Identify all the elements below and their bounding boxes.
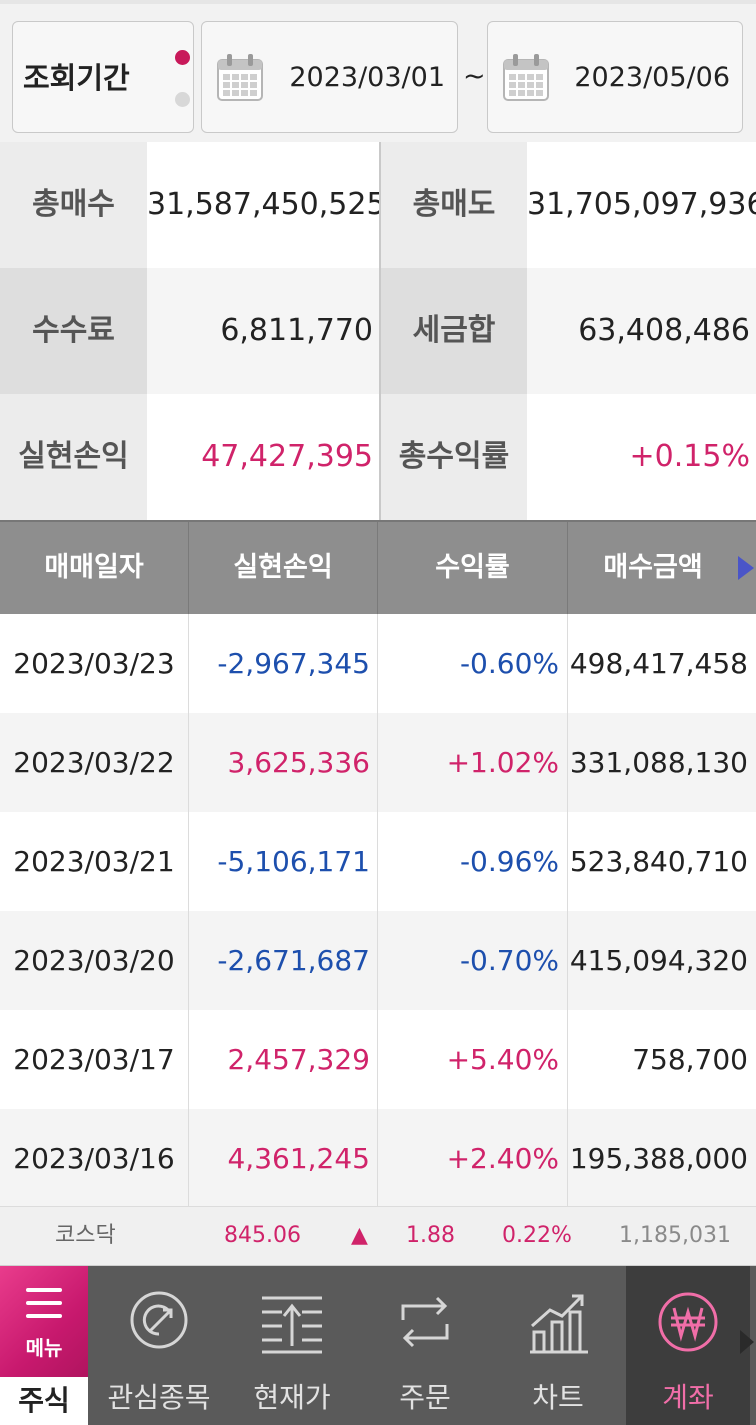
total-buy-value: 31,587,450,525	[147, 142, 386, 268]
cell-rate: +1.02%	[446, 746, 559, 779]
tax-value: 63,408,486	[527, 268, 756, 394]
start-date-value: 2023/03/01	[289, 62, 445, 93]
cell-rate: -0.96%	[459, 845, 559, 878]
nav-more-arrow-icon[interactable]	[740, 1330, 754, 1354]
summary-panel: 총매수 31,587,450,525 총매도 31,705,097,936 수수…	[0, 142, 756, 520]
column-divider	[188, 614, 189, 1206]
cell-pnl: 4,361,245	[227, 1142, 370, 1175]
nav-account-label: 계좌	[662, 1381, 714, 1414]
ticker-change-rate: 0.22%	[502, 1223, 572, 1248]
nav-order[interactable]: 주문	[360, 1266, 490, 1425]
account-won-icon	[658, 1292, 718, 1352]
nav-current-price[interactable]: 현재가	[227, 1266, 357, 1425]
cell-buy-amount: 523,840,710	[569, 845, 748, 878]
nav-watchlist-label: 관심종목	[107, 1381, 211, 1414]
summary-row-result: 실현손익 47,427,395 총수익률 +0.15%	[0, 394, 756, 520]
current-price-icon	[262, 1296, 322, 1354]
nav-current-price-label: 현재가	[253, 1381, 331, 1414]
fee-value: 6,811,770	[147, 268, 379, 394]
fee-label: 수수료	[0, 268, 147, 394]
cell-pnl: -5,106,171	[217, 845, 370, 878]
cell-pnl: -2,671,687	[217, 944, 370, 977]
bottom-navigation: 메뉴 주식 관심종목 현재가 주문 차트 계좌	[0, 1266, 756, 1425]
total-return-label: 총수익률	[381, 394, 527, 520]
cell-buy-amount: 331,088,130	[569, 746, 748, 779]
cell-date: 2023/03/21	[13, 845, 175, 878]
table-row[interactable]: 2023/03/17 2,457,329 +5.40% 758,700	[0, 1010, 756, 1109]
menu-button[interactable]: 메뉴	[0, 1266, 88, 1377]
end-date-field[interactable]: 2023/05/06	[487, 21, 743, 133]
cell-rate: +2.40%	[446, 1142, 559, 1175]
ticker-change: 1.88	[406, 1223, 455, 1248]
table-row[interactable]: 2023/03/16 4,361,245 +2.40% 195,388,000	[0, 1109, 756, 1208]
cell-date: 2023/03/17	[13, 1043, 175, 1076]
nav-chart-label: 차트	[532, 1381, 584, 1414]
col-return-rate[interactable]: 수익률	[378, 522, 567, 614]
order-icon	[401, 1296, 449, 1348]
total-return-value: +0.15%	[527, 394, 756, 520]
cell-rate: -0.70%	[459, 944, 559, 977]
period-selector: 조회기간 2023/03/01 ~ 2023/05/06	[0, 0, 756, 142]
cell-date: 2023/03/22	[13, 746, 175, 779]
menu-label: 메뉴	[25, 1336, 63, 1360]
nav-watchlist[interactable]: 관심종목	[94, 1266, 224, 1425]
ticker-index-value: 845.06	[224, 1223, 301, 1248]
trade-table-header: 매매일자 실현손익 수익률 매수금액	[0, 520, 756, 614]
nav-chart[interactable]: 차트	[493, 1266, 623, 1425]
cell-buy-amount: 415,094,320	[569, 944, 748, 977]
chart-icon	[530, 1294, 588, 1354]
cell-pnl: 2,457,329	[227, 1043, 370, 1076]
summary-row-trade: 총매수 31,587,450,525 총매도 31,705,097,936	[0, 142, 756, 268]
trade-table-body: 2023/03/23 -2,967,345 -0.60% 498,417,458…	[0, 614, 756, 1208]
page-indicator-active	[175, 50, 190, 65]
column-divider	[567, 614, 568, 1206]
column-divider	[377, 614, 378, 1206]
cell-pnl: -2,967,345	[217, 647, 370, 680]
market-ticker[interactable]: 코스닥 845.06 ▲ 1.88 0.22% 1,185,031	[0, 1206, 756, 1266]
cell-date: 2023/03/16	[13, 1142, 175, 1175]
period-toggle[interactable]: 조회기간	[12, 21, 194, 133]
realized-pnl-label: 실현손익	[0, 394, 147, 520]
table-row[interactable]: 2023/03/22 3,625,336 +1.02% 331,088,130	[0, 713, 756, 812]
cell-date: 2023/03/20	[13, 944, 175, 977]
total-sell-label: 총매도	[381, 142, 527, 268]
ticker-volume: 1,185,031	[619, 1223, 731, 1248]
cell-buy-amount: 498,417,458	[569, 647, 748, 680]
hamburger-icon	[26, 1288, 62, 1318]
col-buy-amount[interactable]: 매수금액	[568, 522, 738, 614]
cell-buy-amount: 195,388,000	[569, 1142, 748, 1175]
up-triangle-icon: ▲	[351, 1223, 368, 1248]
calendar-icon	[217, 54, 263, 101]
summary-row-cost: 수수료 6,811,770 세금합 63,408,486	[0, 268, 756, 394]
calendar-icon	[503, 54, 549, 101]
realized-pnl-value: 47,427,395	[147, 394, 379, 520]
nav-order-label: 주문	[399, 1381, 451, 1414]
date-range-separator: ~	[463, 61, 486, 92]
watchlist-icon	[130, 1291, 188, 1349]
ticker-market-name: 코스닥	[55, 1223, 116, 1248]
start-date-field[interactable]: 2023/03/01	[201, 21, 458, 133]
summary-divider	[379, 142, 381, 520]
end-date-value: 2023/05/06	[574, 62, 730, 93]
cell-pnl: 3,625,336	[227, 746, 370, 779]
table-row[interactable]: 2023/03/21 -5,106,171 -0.96% 523,840,710	[0, 812, 756, 911]
period-label: 조회기간	[23, 61, 130, 95]
total-sell-value: 31,705,097,936	[527, 142, 756, 268]
cell-date: 2023/03/23	[13, 647, 175, 680]
stock-tab[interactable]: 주식	[0, 1377, 88, 1425]
col-trade-date[interactable]: 매매일자	[0, 522, 188, 614]
table-row[interactable]: 2023/03/20 -2,671,687 -0.70% 415,094,320	[0, 911, 756, 1010]
cell-rate: -0.60%	[459, 647, 559, 680]
tax-label: 세금합	[381, 268, 527, 394]
cell-buy-amount: 758,700	[632, 1043, 748, 1076]
table-row[interactable]: 2023/03/23 -2,967,345 -0.60% 498,417,458	[0, 614, 756, 713]
page-indicator-inactive	[175, 92, 190, 107]
scroll-right-arrow-icon[interactable]	[738, 556, 754, 580]
total-buy-label: 총매수	[0, 142, 147, 268]
nav-account[interactable]: 계좌	[626, 1266, 750, 1425]
col-realized-pnl[interactable]: 실현손익	[189, 522, 377, 614]
cell-rate: +5.40%	[446, 1043, 559, 1076]
